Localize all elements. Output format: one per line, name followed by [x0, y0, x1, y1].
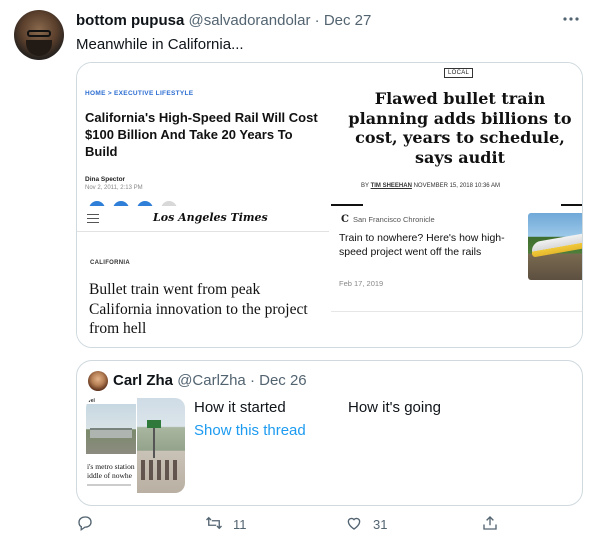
train-shape	[532, 233, 582, 258]
train-photo	[528, 213, 582, 280]
tweet-date[interactable]: Dec 27	[324, 12, 372, 29]
avatar-glasses	[27, 30, 51, 37]
breadcrumb-section: EXECUTIVE LIFESTYLE	[114, 90, 194, 97]
article-breadcrumb: HOME > EXECUTIVE LIFESTYLE	[85, 90, 193, 97]
section-tag: LOCAL	[444, 68, 474, 78]
article-headline: California's High-Speed Rail Will Cost $…	[85, 110, 318, 159]
retweet-count: 11	[233, 516, 247, 532]
quoted-author-handle[interactable]: @CarlZha	[177, 372, 246, 389]
avatar-beard	[26, 40, 52, 56]
tweet-text: Meanwhile in California...	[76, 36, 244, 53]
breadcrumb-separator: >	[107, 90, 112, 97]
quoted-author-avatar[interactable]	[88, 371, 108, 391]
share-circle-icon	[113, 201, 129, 206]
thumb-fine-print	[87, 484, 131, 486]
share-button[interactable]	[481, 514, 499, 534]
article-date: Feb 17, 2019	[339, 279, 384, 288]
article-headline: Bullet train went from peak California i…	[89, 281, 308, 337]
quoted-tweet-header: Carl Zha @CarlZha · Dec 26	[113, 372, 307, 390]
newspaper-logo: Los Angeles Times	[153, 211, 268, 224]
image-edge-strip	[331, 204, 363, 206]
byline-date: NOVEMBER 15, 2018 10:36 AM	[413, 183, 500, 189]
retweet-icon	[205, 514, 223, 535]
station-structure	[90, 428, 132, 438]
header-separator: ·	[314, 12, 320, 29]
like-button[interactable]: 31	[345, 514, 387, 534]
quoted-author-name[interactable]: Carl Zha	[113, 372, 173, 389]
author-handle[interactable]: @salvadorandolar	[189, 12, 311, 29]
crowd	[141, 460, 181, 480]
article-section: CALIFORNIA	[90, 260, 130, 266]
article-headline: Flawed bullet train planning adds billio…	[348, 89, 572, 167]
share-circle-icon	[137, 201, 153, 206]
quoted-media-image: vel i's metro station iddle of nowhe	[86, 398, 136, 493]
tweet-actions: 11 31	[76, 514, 583, 534]
article-source: San Francisco Chronicle	[353, 215, 435, 224]
quoted-media-image	[137, 398, 185, 493]
article-date: Nov 2, 2011, 2:13 PM	[85, 185, 143, 191]
breadcrumb-home: HOME	[85, 90, 106, 97]
media-image-bottom-right[interactable]: C San Francisco Chronicle Train to nowhe…	[331, 208, 583, 348]
quoted-text-started: How it started	[194, 399, 286, 416]
like-count: 31	[373, 516, 388, 532]
more-icon[interactable]	[562, 10, 580, 31]
street-sign	[147, 420, 161, 428]
byline-prefix: BY	[361, 183, 369, 189]
article-headline: Train to nowhere? Here's how high-speed …	[339, 232, 505, 258]
like-icon	[345, 514, 363, 535]
image-edge-strip	[561, 204, 582, 206]
media-grid: HOME > EXECUTIVE LIFESTYLE California's …	[76, 62, 583, 348]
divider	[77, 231, 329, 232]
quoted-tweet[interactable]: Carl Zha @CarlZha · Dec 26 vel i's metro…	[76, 360, 583, 506]
article-author: Dina Spector	[85, 176, 126, 183]
thumb-caption-line: iddle of nowhe	[87, 471, 132, 480]
reply-icon	[76, 514, 94, 535]
sign-pole	[153, 428, 155, 458]
header-separator: ·	[249, 372, 255, 389]
thumb-caption-line: i's metro station	[87, 462, 135, 471]
author-avatar[interactable]	[14, 10, 64, 60]
chronicle-logo-icon: C	[341, 214, 349, 225]
byline-author: TIM SHEEHAN	[370, 183, 412, 189]
retweet-button[interactable]: 11	[205, 514, 247, 534]
thumb-caption: i's metro station iddle of nowhe	[87, 462, 135, 480]
media-image-top-right[interactable]: LOCAL Flawed bullet train planning adds …	[331, 63, 582, 206]
tweet[interactable]: bottom pupusa @salvadorandolar · Dec 27 …	[0, 0, 598, 544]
share-circle-icon	[161, 201, 177, 206]
divider	[331, 311, 582, 312]
article-byline: BY TIM SHEEHAN NOVEMBER 15, 2018 10:36 A…	[361, 183, 500, 189]
media-image-top-left[interactable]: HOME > EXECUTIVE LIFESTYLE California's …	[77, 63, 329, 206]
quoted-tweet-date[interactable]: Dec 26	[259, 372, 307, 389]
tweet-header: bottom pupusa @salvadorandolar · Dec 27	[76, 12, 371, 30]
media-image-bottom-left[interactable]: Los Angeles Times CALIFORNIA Bullet trai…	[77, 208, 329, 347]
share-circle-icon	[89, 201, 105, 206]
hamburger-menu-icon	[87, 214, 99, 223]
image-edge-strip	[533, 347, 583, 348]
quoted-media[interactable]: vel i's metro station iddle of nowhe	[86, 398, 185, 493]
author-name[interactable]: bottom pupusa	[76, 12, 184, 29]
quoted-text-going: How it's going	[348, 399, 441, 416]
reply-button[interactable]	[76, 514, 104, 534]
show-thread-link[interactable]: Show this thread	[194, 421, 306, 441]
share-icon	[481, 514, 499, 535]
